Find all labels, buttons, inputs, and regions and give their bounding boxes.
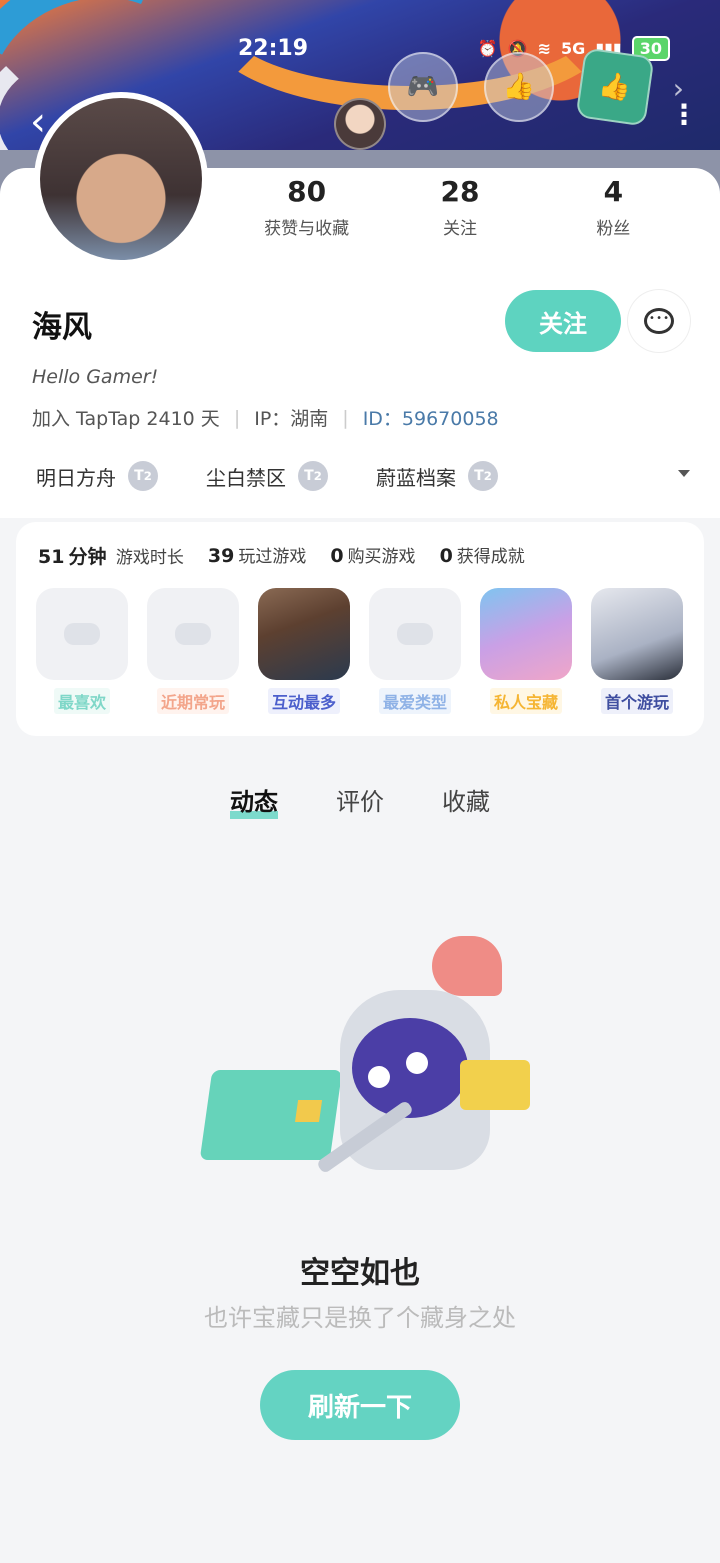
game-cover [480,588,572,680]
divider: | [233,406,241,429]
game-tile-private-treasure[interactable]: 私人宝藏 [480,588,572,714]
stat-number: 28 [440,175,480,208]
tag-label: 明日方舟 [36,465,116,490]
played-stat[interactable]: 39 玩过游戏 [208,542,306,569]
game-tile-recent[interactable]: 近期常玩 [147,588,239,714]
tile-caption: 私人宝藏 [489,688,562,714]
stat-likes[interactable]: 80 获赞与收藏 [230,175,383,239]
game-cover [591,588,683,680]
thumbs-up-medal-green-icon[interactable]: 👍 [575,47,655,127]
tile-caption: 互动最多 [267,688,340,714]
avatar[interactable] [34,92,208,266]
refresh-button[interactable]: 刷新一下 [260,1370,460,1440]
stat-followers[interactable]: 4 粉丝 [537,175,690,239]
stat-following[interactable]: 28 关注 [383,175,536,239]
chat-icon [644,308,674,334]
user-id[interactable]: ID：59670058 [363,404,499,431]
achievement-stat[interactable]: 0 获得成就 [440,542,525,569]
user-name: 海风 [32,310,92,345]
game-stats: 51 分钟 游戏时长 39 玩过游戏 0 购买游戏 0 获得成就 [38,542,525,569]
content-tabs: 动态 评价 收藏 [0,782,720,819]
caret-down-icon[interactable] [678,470,690,477]
gamepad-icon [369,588,461,680]
medal-list[interactable]: 🎮 👍 👍 [388,47,655,127]
empty-subtitle: 也许宝藏只是换了个藏身之处 [204,1304,516,1332]
tag-label: 蔚蓝档案 [376,465,456,490]
tab-reviews[interactable]: 评价 [336,782,384,817]
id-value: 59670058 [401,408,499,430]
taptap-level-icon: T2 [128,461,158,491]
user-meta: 加入 TapTap 2410 天 | IP：湖南 | ID：59670058 [32,404,499,431]
game-tiles: 最喜欢 近期常玩 互动最多 最爱类型 私人宝藏 首个游玩 [36,588,683,714]
tile-caption: 近期常玩 [156,688,229,714]
empty-illustration [199,930,540,1190]
game-tile-most-interacted[interactable]: 互动最多 [258,588,350,714]
ip-location: IP：湖南 [254,408,329,430]
game-tag[interactable]: 尘白禁区 T2 [186,456,342,496]
playtime-stat[interactable]: 51 分钟 游戏时长 [38,542,184,569]
join-days: 加入 TapTap 2410 天 [32,408,220,430]
taptap-level-icon: T2 [298,461,328,491]
tile-caption: 最喜欢 [53,688,110,714]
status-time: 22:19 [238,36,309,61]
tile-caption: 最爱类型 [378,688,451,714]
thumbs-up-medal-icon[interactable]: 👍 [484,52,554,122]
id-label: ID： [362,408,402,430]
game-tag[interactable]: 蔚蓝档案 T2 [356,456,512,496]
stat-number: 4 [603,175,624,208]
game-tag[interactable]: 明日方舟 T2 [16,456,172,496]
stat-label: 获赞与收藏 [264,219,350,239]
user-bio: Hello Gamer! [32,366,159,388]
stat-number: 80 [287,175,327,208]
stat-label: 粉丝 [596,219,631,239]
game-tile-favorite[interactable]: 最喜欢 [36,588,128,714]
tab-posts[interactable]: 动态 [230,782,278,819]
tag-label: 尘白禁区 [206,465,286,490]
taptap-level-icon: T2 [468,461,498,491]
profile-stats: 80 获赞与收藏 28 关注 4 粉丝 [230,175,690,239]
game-tile-first-played[interactable]: 首个游玩 [591,588,683,714]
tab-favorites[interactable]: 收藏 [442,782,490,817]
more-vertical-icon[interactable]: ⋮ [670,101,698,129]
game-cover [258,588,350,680]
purchased-stat[interactable]: 0 购买游戏 [330,542,415,569]
gamepad-icon [36,588,128,680]
stat-label: 关注 [442,219,477,239]
message-button[interactable] [628,290,690,352]
controller-medal-icon[interactable]: 🎮 [388,52,458,122]
empty-title: 空空如也 [300,1256,420,1291]
gamepad-icon [147,588,239,680]
game-tags: 明日方舟 T2 尘白禁区 T2 蔚蓝档案 T2 [16,456,512,496]
games-card: 51 分钟 游戏时长 39 玩过游戏 0 购买游戏 0 获得成就 最喜欢 近期常玩 互动… [16,522,704,736]
divider: | [342,406,349,429]
tile-caption: 首个游玩 [600,688,673,714]
game-tile-favorite-type[interactable]: 最爱类型 [369,588,461,714]
mini-avatar[interactable] [334,98,386,150]
follow-button[interactable]: 关注 [505,290,621,352]
